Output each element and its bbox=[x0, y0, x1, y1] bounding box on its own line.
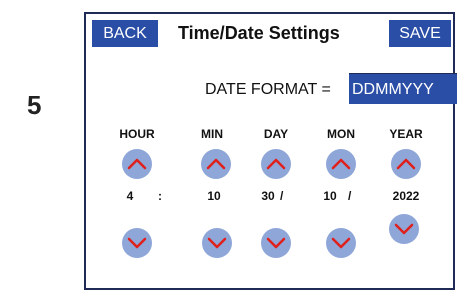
mon-header: MON bbox=[327, 127, 355, 141]
page-title: Time/Date Settings bbox=[178, 23, 340, 43]
hour-down-button[interactable] bbox=[122, 228, 152, 258]
min-value: 10 bbox=[207, 189, 221, 203]
year-down-button[interactable] bbox=[389, 214, 419, 244]
hour-value: 4 bbox=[126, 189, 134, 203]
save-button[interactable]: SAVE bbox=[389, 20, 451, 47]
date-separator: / bbox=[280, 189, 284, 203]
year-up-button[interactable] bbox=[391, 149, 421, 179]
day-value: 30 bbox=[261, 189, 275, 203]
day-up-button[interactable] bbox=[261, 149, 291, 179]
chevron-up-icon bbox=[206, 158, 226, 170]
settings-panel: BACK Time/Date Settings SAVE DATE FORMAT… bbox=[84, 12, 457, 290]
date-format-selector[interactable]: DDMMYYY bbox=[349, 73, 457, 104]
step-number: 5 bbox=[27, 90, 42, 120]
day-header: DAY bbox=[263, 127, 289, 141]
min-up-button[interactable] bbox=[201, 149, 231, 179]
chevron-down-icon bbox=[127, 237, 147, 249]
chevron-down-icon bbox=[266, 237, 286, 249]
back-button[interactable]: BACK bbox=[92, 20, 158, 47]
mon-down-button[interactable] bbox=[326, 228, 356, 258]
time-separator: : bbox=[158, 189, 162, 203]
year-value: 2022 bbox=[392, 189, 420, 203]
date-format-label: DATE FORMAT = bbox=[205, 81, 331, 98]
chevron-up-icon bbox=[127, 158, 147, 170]
chevron-down-icon bbox=[207, 237, 227, 249]
chevron-down-icon bbox=[331, 237, 351, 249]
day-down-button[interactable] bbox=[261, 228, 291, 258]
chevron-down-icon bbox=[394, 223, 414, 235]
hour-up-button[interactable] bbox=[122, 149, 152, 179]
year-header: YEAR bbox=[389, 127, 423, 141]
chevron-up-icon bbox=[266, 158, 286, 170]
chevron-up-icon bbox=[396, 158, 416, 170]
mon-up-button[interactable] bbox=[326, 149, 356, 179]
chevron-up-icon bbox=[331, 158, 351, 170]
hour-header: HOUR bbox=[119, 127, 155, 141]
min-down-button[interactable] bbox=[202, 228, 232, 258]
min-header: MIN bbox=[201, 127, 223, 141]
date-separator: / bbox=[348, 189, 352, 203]
